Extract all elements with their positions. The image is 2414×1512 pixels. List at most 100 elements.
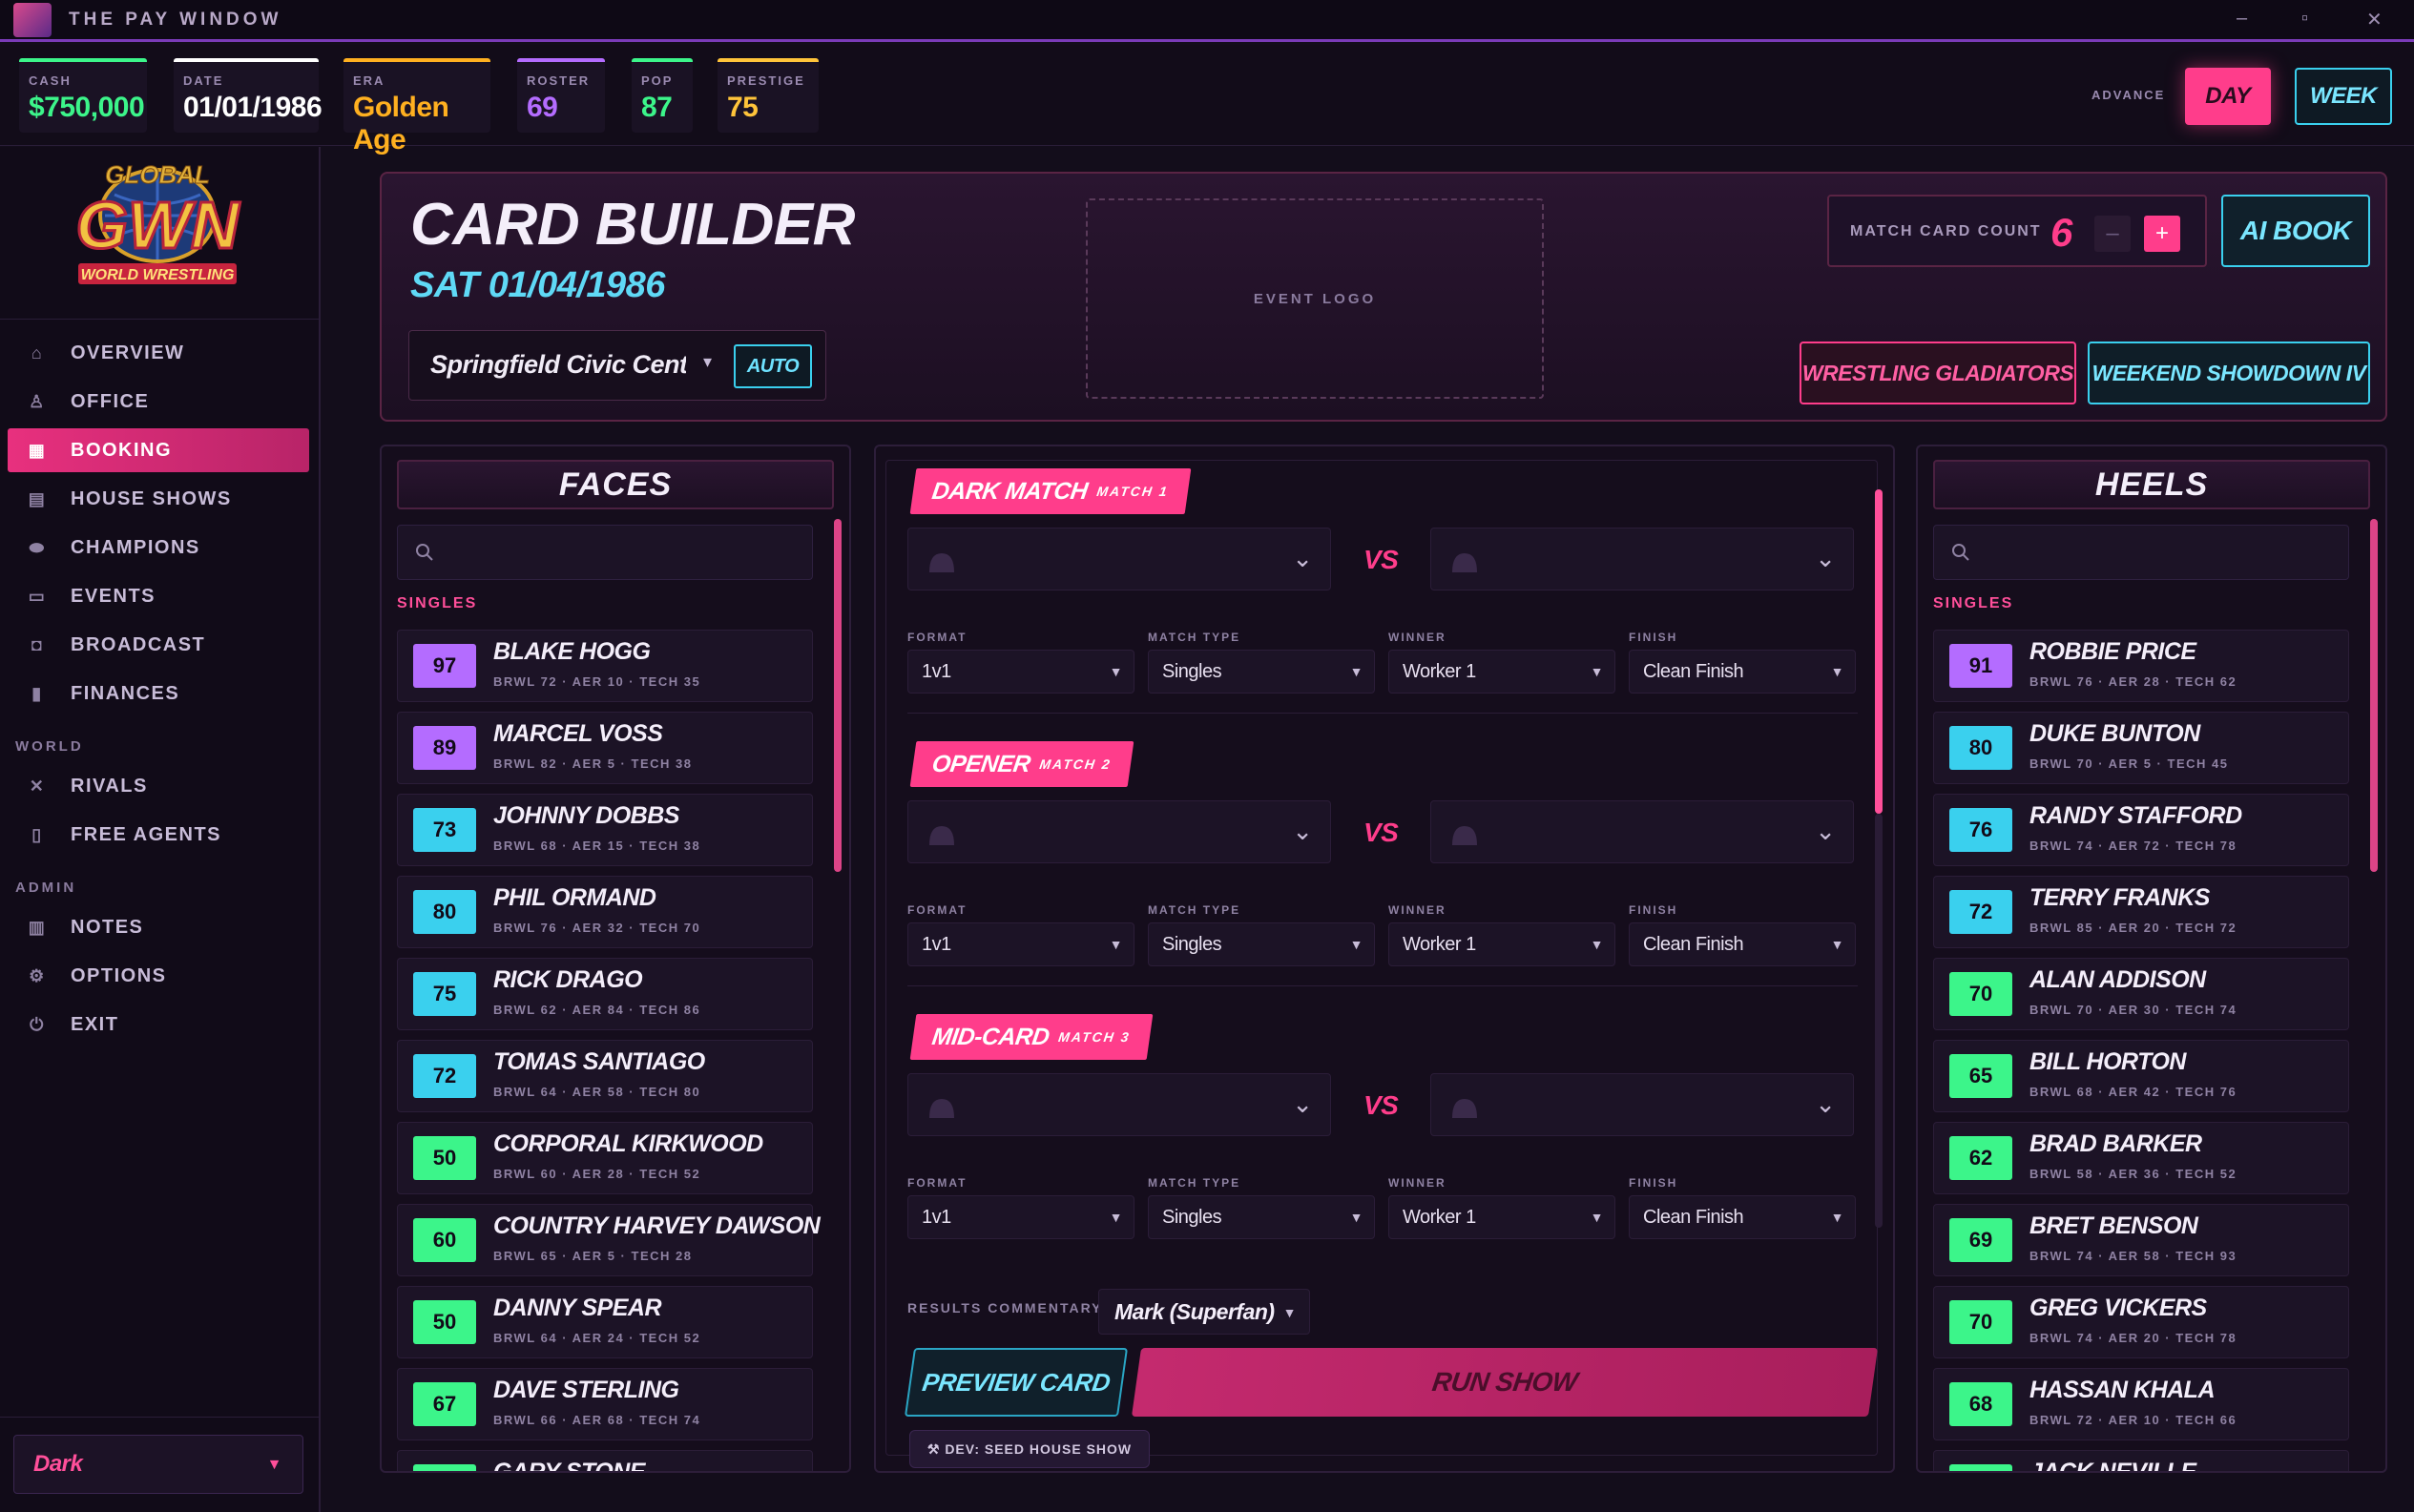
faces-title: FACES bbox=[397, 460, 834, 509]
minimize-button[interactable]: – bbox=[2237, 8, 2247, 30]
match-tag: DARK MATCH MATCH 1 bbox=[909, 468, 1192, 514]
worker-card[interactable]: JACK NEVILLE bbox=[1933, 1450, 2349, 1471]
finish-select[interactable]: Clean Finish ▼ bbox=[1629, 1195, 1856, 1239]
worker-card[interactable]: 73 JOHNNY DOBBS BRWL 68 · AER 15 · TECH 38 bbox=[397, 794, 813, 866]
worker-slot-1[interactable]: ⌄ bbox=[907, 1073, 1331, 1136]
sidebar-item-label: OPTIONS bbox=[71, 964, 167, 986]
worker-card[interactable]: 60 COUNTRY HARVEY DAWSON BRWL 65 · AER 5 ·… bbox=[397, 1204, 821, 1276]
preview-card-button[interactable]: PREVIEW CARD bbox=[904, 1348, 1129, 1417]
worker-card[interactable]: 50 CORPORAL KIRKWOOD BRWL 60 · AER 28 · TE… bbox=[397, 1122, 813, 1194]
sidebar-item-exit[interactable]: ⏻ EXIT bbox=[8, 1003, 309, 1046]
caret-down-icon: ▼ bbox=[1109, 1210, 1123, 1225]
worker-card[interactable]: 70 ALAN ADDISON BRWL 70 · AER 30 · TECH 74 bbox=[1933, 958, 2349, 1030]
sidebar-item-free-agents[interactable]: ▯ FREE AGENTS bbox=[8, 813, 309, 857]
heels-search-input[interactable] bbox=[1933, 525, 2349, 580]
winner-select[interactable]: Worker 1 ▼ bbox=[1388, 922, 1615, 966]
heels-scrollbar[interactable] bbox=[2370, 519, 2378, 872]
finish-select[interactable]: Clean Finish ▼ bbox=[1629, 922, 1856, 966]
sidebar-item-office[interactable]: ♙ OFFICE bbox=[8, 380, 309, 424]
results-commentary-value: Mark (Superfan) bbox=[1114, 1298, 1275, 1324]
show-tab-wrestling-gladiators[interactable]: WRESTLING GLADIATORS bbox=[1800, 342, 2076, 404]
worker-slot-2[interactable]: ⌄ bbox=[1430, 800, 1854, 863]
worker-card[interactable]: 72 TOMAS SANTIAGO BRWL 64 · AER 58 · TECH … bbox=[397, 1040, 813, 1112]
format-select[interactable]: 1v1 ▼ bbox=[907, 1195, 1134, 1239]
window-title: THE PAY WINDOW bbox=[69, 9, 282, 30]
venue-select[interactable]: Springfield Civic Center ▾ AUTO bbox=[408, 330, 826, 401]
show-tab-weekend-showdown[interactable]: WEEKEND SHOWDOWN IV bbox=[2088, 342, 2370, 404]
dev-seed-house-show-button[interactable]: ⚒ DEV: SEED HOUSE SHOW bbox=[909, 1430, 1150, 1468]
sidebar-item-house-shows[interactable]: ▤ HOUSE SHOWS bbox=[8, 477, 309, 521]
caret-down-icon: ▼ bbox=[1590, 937, 1604, 952]
worker-card[interactable]: 68 HASSAN KHALA BRWL 72 · AER 10 · TECH 66 bbox=[1933, 1368, 2349, 1440]
worker-card[interactable]: 65 BILL HORTON BRWL 68 · AER 42 · TECH 76 bbox=[1933, 1040, 2349, 1112]
finish-select[interactable]: Clean Finish ▼ bbox=[1629, 650, 1856, 694]
worker-card[interactable]: 91 ROBBIE PRICE BRWL 76 · AER 28 · TECH 62 bbox=[1933, 630, 2349, 702]
worker-slot-1[interactable]: ⌄ bbox=[907, 800, 1331, 863]
match-type-select[interactable]: Singles ▼ bbox=[1148, 1195, 1375, 1239]
theme-select[interactable]: Dark ▼ bbox=[13, 1435, 303, 1494]
results-commentary-select[interactable]: Mark (Superfan) ▼ bbox=[1098, 1289, 1310, 1335]
field-label: WINNER bbox=[1388, 1176, 1446, 1190]
faces-scrollbar[interactable] bbox=[834, 519, 842, 872]
winner-select[interactable]: Worker 1 ▼ bbox=[1388, 1195, 1615, 1239]
sidebar-item-finances[interactable]: ▮ FINANCES bbox=[8, 672, 309, 715]
worker-card[interactable]: 89 MARCEL VOSS BRWL 82 · AER 5 · TECH 38 bbox=[397, 712, 813, 784]
worker-card[interactable]: 80 DUKE BUNTON BRWL 70 · AER 5 · TECH 45 bbox=[1933, 712, 2349, 784]
worker-card[interactable]: 72 TERRY FRANKS BRWL 85 · AER 20 · TECH 72 bbox=[1933, 876, 2349, 948]
select-value: 1v1 bbox=[922, 1206, 951, 1228]
worker-slot-1[interactable]: ⌄ bbox=[907, 528, 1331, 590]
increment-button[interactable]: + bbox=[2144, 216, 2180, 252]
match-type-select[interactable]: Singles ▼ bbox=[1148, 650, 1375, 694]
overall-rating-badge: 70 bbox=[1949, 972, 2012, 1016]
sidebar-item-options[interactable]: ⚙ OPTIONS bbox=[8, 954, 309, 998]
sidebar-item-champions[interactable]: ⬬ CHAMPIONS bbox=[8, 526, 309, 570]
worker-card[interactable]: 80 PHIL ORMAND BRWL 76 · AER 32 · TECH 70 bbox=[397, 876, 813, 948]
worker-card[interactable]: 67 DAVE STERLING BRWL 66 · AER 68 · TECH 7… bbox=[397, 1368, 813, 1440]
worker-card[interactable]: 50 DANNY SPEAR BRWL 64 · AER 24 · TECH 52 bbox=[397, 1286, 813, 1358]
close-button[interactable]: ✕ bbox=[2366, 8, 2383, 31]
sidebar-item-notes[interactable]: ▥ NOTES bbox=[8, 905, 309, 949]
sidebar-item-booking[interactable]: ▦ BOOKING bbox=[8, 428, 309, 472]
field-label: FINISH bbox=[1629, 1176, 1678, 1190]
faces-search-input[interactable] bbox=[397, 525, 813, 580]
worker-stats: BRWL 70 · AER 30 · TECH 74 bbox=[2029, 1003, 2237, 1017]
winner-select[interactable]: Worker 1 ▼ bbox=[1388, 650, 1615, 694]
worker-card[interactable]: 75 RICK DRAGO BRWL 62 · AER 84 · TECH 86 bbox=[397, 958, 813, 1030]
worker-card[interactable]: 62 BRAD BARKER BRWL 58 · AER 36 · TECH 52 bbox=[1933, 1122, 2349, 1194]
sidebar-item-events[interactable]: ▭ EVENTS bbox=[8, 574, 309, 618]
format-select[interactable]: 1v1 ▼ bbox=[907, 922, 1134, 966]
worker-slot-2[interactable]: ⌄ bbox=[1430, 1073, 1854, 1136]
sidebar-item-broadcast[interactable]: ◘ BROADCAST bbox=[8, 623, 309, 667]
event-logo-dropzone[interactable]: EVENT LOGO bbox=[1086, 198, 1544, 399]
board-scroll-track[interactable] bbox=[1875, 814, 1883, 1228]
worker-card[interactable]: 76 RANDY STAFFORD BRWL 74 · AER 72 · TECH … bbox=[1933, 794, 2349, 866]
calendar-icon: ▦ bbox=[28, 440, 47, 460]
stat-date: DATE 01/01/1986 bbox=[174, 58, 323, 133]
search-icon bbox=[1952, 544, 1969, 561]
worker-card[interactable]: 69 BRET BENSON BRWL 74 · AER 58 · TECH 93 bbox=[1933, 1204, 2349, 1276]
ai-book-button[interactable]: AI BOOK bbox=[2221, 195, 2370, 267]
format-select[interactable]: 1v1 ▼ bbox=[907, 650, 1134, 694]
stat-value: Golden Age bbox=[353, 92, 449, 155]
stat-bar: CASH $750,000 DATE 01/01/1986 ERA Golden… bbox=[0, 45, 2414, 155]
sidebar-item-rivals[interactable]: ✕ RIVALS bbox=[8, 764, 309, 808]
sidebar-item-overview[interactable]: ⌂ OVERVIEW bbox=[8, 331, 309, 375]
worker-name: BRAD BARKER bbox=[2029, 1130, 2202, 1157]
run-show-button[interactable]: RUN SHOW bbox=[1131, 1348, 1879, 1417]
advance-week-button[interactable]: WEEK bbox=[2295, 68, 2392, 125]
worker-card[interactable]: 70 GREG VICKERS BRWL 74 · AER 20 · TECH 78 bbox=[1933, 1286, 2349, 1358]
worker-slot-2[interactable]: ⌄ bbox=[1430, 528, 1854, 590]
worker-card[interactable]: 97 BLAKE HOGG BRWL 72 · AER 10 · TECH 35 bbox=[397, 630, 813, 702]
match-type-select[interactable]: Singles ▼ bbox=[1148, 922, 1375, 966]
person-icon bbox=[1452, 1099, 1477, 1118]
advance-day-button[interactable]: DAY bbox=[2185, 68, 2271, 125]
stat-value: $750,000 bbox=[29, 92, 145, 123]
decrement-button[interactable]: – bbox=[2094, 216, 2131, 252]
venue-auto-button[interactable]: AUTO bbox=[734, 344, 812, 388]
select-value: Singles bbox=[1162, 1206, 1222, 1228]
faces-section-singles: SINGLES bbox=[397, 595, 478, 611]
worker-card[interactable]: GARY STONE bbox=[397, 1450, 813, 1471]
worker-stats: BRWL 76 · AER 28 · TECH 62 bbox=[2029, 674, 2237, 689]
board-scrollbar[interactable] bbox=[1875, 489, 1883, 814]
maximize-button[interactable]: ▫ bbox=[2301, 8, 2308, 30]
